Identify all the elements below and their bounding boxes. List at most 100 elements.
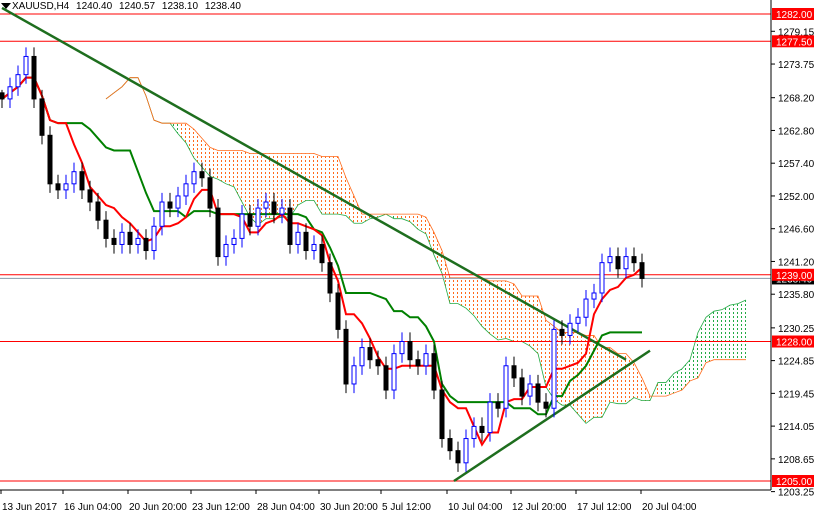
low-value: 1238.10	[161, 1, 199, 12]
ichimoku-cloud-segment	[330, 156, 338, 215]
candle-body	[191, 171, 197, 185]
ichimoku-cloud-segment	[578, 332, 586, 424]
close-value: 1238.40	[204, 1, 241, 12]
candle-body	[311, 243, 317, 252]
ichimoku-cloud-segment	[450, 277, 458, 304]
candle-body	[607, 256, 613, 264]
candle-body	[575, 316, 581, 324]
y-tick-label: 1262.80	[778, 126, 814, 137]
candle-body	[15, 74, 21, 88]
candle-body	[95, 201, 101, 221]
candle-body	[31, 55, 37, 100]
candle-body	[359, 347, 365, 367]
y-tick-label: 1203.25	[778, 488, 814, 499]
candle-body	[335, 292, 341, 330]
chart-header: XAUUSD,H4 1240.40 1240.57 1238.10 1238.4…	[12, 1, 245, 12]
ichimoku-cloud-segment	[218, 150, 226, 184]
candle-body	[535, 383, 541, 403]
symbol-label: XAUUSD,H4	[12, 1, 70, 12]
candle-body	[167, 201, 173, 209]
candle-body	[503, 365, 509, 409]
candle-body	[599, 262, 605, 294]
candle-body	[175, 195, 181, 209]
ichimoku-cloud-segment	[306, 153, 314, 201]
candle-body	[495, 401, 501, 409]
level-tag: 1205.00	[776, 477, 813, 488]
x-tick-label: 17 Jul 12:00	[577, 502, 632, 513]
candle-body	[327, 262, 333, 294]
y-tick-label: 1257.40	[778, 159, 814, 170]
y-tick-label: 1268.20	[778, 94, 814, 105]
candle-body	[263, 201, 269, 209]
candle-body	[39, 98, 45, 136]
candle-body	[639, 262, 645, 279]
y-tick-label: 1208.65	[778, 455, 814, 466]
x-tick-label: 5 Jul 12:00	[382, 502, 431, 513]
candle-body	[127, 231, 133, 245]
candle-body	[439, 389, 445, 440]
candle-body	[87, 189, 93, 203]
candle-body	[543, 401, 549, 409]
ichimoku-cloud-segment	[322, 156, 330, 215]
high-value: 1240.57	[118, 1, 156, 12]
x-tick-label: 20 Jul 04:00	[642, 502, 697, 513]
candle-body	[159, 201, 165, 227]
candle-body	[447, 438, 453, 452]
candle-body	[79, 171, 85, 191]
candle-body	[23, 55, 29, 76]
candle-body	[367, 347, 373, 361]
ichimoku-cloud-segment	[506, 280, 514, 342]
candle-body	[119, 231, 125, 245]
candle-body	[47, 134, 53, 185]
x-tick-label: 23 Jun 12:00	[192, 502, 250, 513]
ichimoku-cloud-segment	[722, 305, 730, 360]
candle-body	[583, 298, 589, 318]
candle-body	[111, 237, 117, 245]
ichimoku-cloud-segment	[482, 277, 490, 334]
candle-body	[255, 207, 261, 227]
y-tick-label: 1224.85	[778, 357, 814, 368]
candle-body	[551, 328, 557, 409]
ichimoku-cloud-segment	[714, 309, 722, 360]
level-tag: 1277.50	[776, 37, 813, 48]
candle-body	[463, 438, 469, 464]
x-tick-label: 28 Jun 04:00	[257, 502, 315, 513]
candle-body	[239, 213, 245, 239]
ichimoku-cloud-segment	[210, 147, 218, 180]
y-tick-label: 1230.25	[778, 324, 814, 335]
ichimoku-cloud-segment	[706, 311, 714, 363]
candle-body	[231, 237, 237, 245]
candle-body	[407, 341, 413, 361]
candle-body	[415, 359, 421, 367]
candle-body	[287, 207, 293, 245]
ichimoku-cloud-segment	[490, 280, 498, 340]
candle-body	[215, 207, 221, 258]
candle-body	[351, 365, 357, 385]
candle-body	[423, 353, 429, 367]
ichimoku-cloud-segment	[738, 299, 746, 360]
candle-body	[303, 231, 309, 252]
candle-body	[223, 243, 229, 258]
candle-body	[391, 353, 397, 391]
candle-body	[103, 219, 109, 239]
candle-body	[399, 341, 405, 355]
candle-body	[207, 177, 213, 209]
candle-body	[623, 256, 629, 270]
y-tick-label: 1219.45	[778, 389, 814, 400]
x-tick-label: 30 Jun 20:00	[320, 502, 378, 513]
candle-body	[71, 171, 77, 185]
price-chart[interactable]: 1279.151273.751268.201262.801257.401252.…	[0, 0, 814, 514]
candle-body	[455, 450, 461, 464]
candle-body	[319, 243, 325, 264]
ichimoku-cloud-segment	[530, 296, 538, 354]
candle-body	[375, 359, 381, 367]
dropdown-arrow-icon[interactable]	[1, 3, 11, 9]
x-tick-label: 12 Jul 20:00	[512, 502, 567, 513]
candle-body	[63, 183, 69, 191]
ichimoku-cloud-segment	[618, 353, 626, 404]
candle-body	[511, 365, 517, 379]
candle-body	[615, 256, 621, 270]
candle-body	[55, 183, 61, 191]
y-tick-label: 1246.60	[778, 225, 814, 236]
candle-body	[479, 425, 485, 433]
